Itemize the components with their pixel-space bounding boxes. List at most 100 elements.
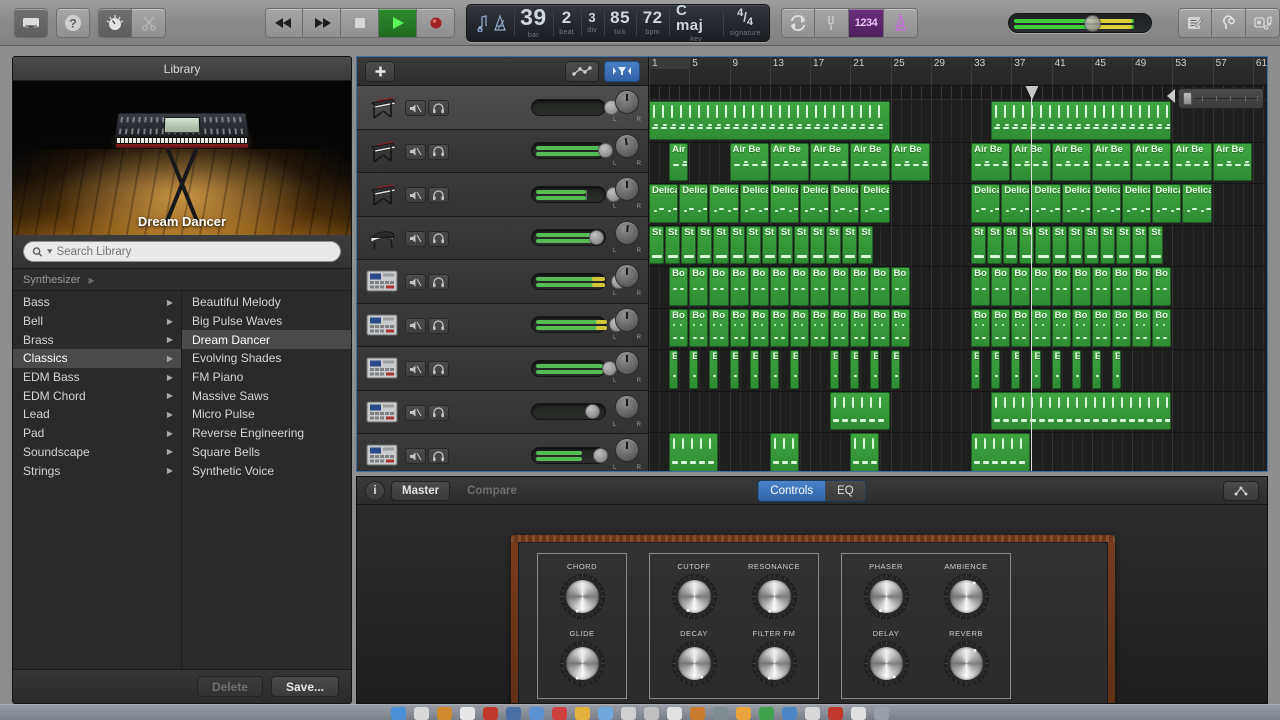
midi-region[interactable]: Delica bbox=[1152, 184, 1182, 223]
master-volume-thumb[interactable] bbox=[1084, 14, 1102, 32]
solo-button[interactable] bbox=[428, 187, 449, 204]
midi-region[interactable]: Air Be bbox=[1172, 142, 1212, 181]
pan-control[interactable]: LR bbox=[612, 307, 642, 342]
library-patch-square-bells[interactable]: Square Bells bbox=[182, 443, 351, 462]
cycle-button[interactable] bbox=[780, 7, 815, 38]
pan-control[interactable]: LR bbox=[612, 177, 642, 211]
midi-region[interactable]: Delica bbox=[1091, 184, 1122, 223]
library-patch-column[interactable]: Beautiful Melody Big Pulse Waves Dream Dan… bbox=[182, 291, 351, 669]
midi-region[interactable]: Bo bbox=[1071, 308, 1091, 347]
midi-region[interactable]: St bbox=[681, 225, 697, 264]
library-patch-beautiful-melody[interactable]: Beautiful Melody bbox=[182, 293, 351, 312]
midi-region[interactable]: Bo bbox=[1031, 308, 1051, 347]
midi-region[interactable]: E bbox=[971, 350, 981, 389]
midi-region[interactable]: Delica bbox=[649, 184, 679, 223]
knob-dial[interactable] bbox=[559, 641, 605, 686]
library-category-column[interactable]: Bass ▶ Bell ▶ Brass ▶ Classics ▶ EDM Bass ▶ EDM Ch… bbox=[13, 291, 182, 669]
macos-dock[interactable] bbox=[0, 704, 1280, 720]
library-breadcrumb[interactable]: Synthesizer ▶ bbox=[13, 269, 351, 291]
dock-item-trash[interactable] bbox=[874, 707, 889, 720]
track-row[interactable]: LR bbox=[357, 173, 648, 217]
midi-region[interactable] bbox=[769, 433, 799, 471]
knob-ambience[interactable]: AMBIENCE bbox=[934, 562, 998, 619]
master-volume-slider[interactable] bbox=[1008, 12, 1152, 33]
midi-region[interactable]: Air Be bbox=[850, 142, 890, 181]
lcd-signature[interactable]: 4/4 signature bbox=[723, 5, 766, 41]
mute-button[interactable] bbox=[405, 448, 426, 465]
midi-region[interactable]: E bbox=[890, 350, 900, 389]
midi-region[interactable]: Bo bbox=[1091, 308, 1111, 347]
solo-button[interactable] bbox=[428, 143, 449, 160]
midi-region[interactable]: St bbox=[713, 225, 729, 264]
library-category-lead[interactable]: Lead ▶ bbox=[13, 405, 181, 424]
midi-region[interactable]: St bbox=[858, 225, 874, 264]
mute-button[interactable] bbox=[405, 404, 426, 421]
solo-button[interactable] bbox=[428, 230, 449, 247]
midi-region[interactable]: Bo bbox=[890, 267, 910, 306]
fader-thumb[interactable] bbox=[589, 230, 605, 246]
track-automation-button[interactable] bbox=[565, 60, 599, 82]
midi-region[interactable]: Air Be bbox=[669, 142, 689, 181]
count-in-button[interactable]: 1234 bbox=[848, 7, 885, 38]
lcd-display[interactable]: 39 bar 2 beat 3 div 85 tick 72 bpm C maj… bbox=[466, 3, 770, 43]
rewind-button[interactable] bbox=[265, 7, 303, 38]
midi-region[interactable]: Air Be bbox=[890, 142, 930, 181]
pan-control[interactable]: LR bbox=[612, 90, 642, 124]
mute-button[interactable] bbox=[405, 100, 426, 117]
midi-region[interactable]: Bo bbox=[830, 267, 850, 306]
dock-item-notes[interactable] bbox=[529, 707, 544, 720]
midi-region[interactable]: Bo bbox=[709, 267, 729, 306]
midi-region[interactable]: Bo bbox=[1132, 267, 1152, 306]
midi-region[interactable]: Bo bbox=[789, 308, 810, 347]
zoom-handle[interactable] bbox=[1183, 92, 1192, 105]
mute-button[interactable] bbox=[405, 143, 426, 160]
knob-filter-fm[interactable]: FILTER FM bbox=[742, 629, 806, 686]
knob-glide[interactable]: GLIDE bbox=[550, 629, 614, 686]
midi-region[interactable]: Bo bbox=[1111, 308, 1132, 347]
midi-region[interactable]: Bo bbox=[1152, 267, 1172, 306]
forward-button[interactable] bbox=[303, 7, 341, 38]
library-patch-micro-pulse[interactable]: Micro Pulse bbox=[182, 405, 351, 424]
tab-eq[interactable]: EQ bbox=[825, 480, 866, 501]
pan-knob[interactable] bbox=[615, 90, 639, 115]
midi-region[interactable]: Bo bbox=[971, 308, 991, 347]
midi-region[interactable]: Bo bbox=[1071, 267, 1091, 306]
library-patch-evolving-shades[interactable]: Evolving Shades bbox=[182, 349, 351, 368]
solo-button[interactable] bbox=[428, 361, 449, 378]
midi-region[interactable]: E bbox=[1091, 350, 1101, 389]
midi-region[interactable]: Bo bbox=[850, 308, 870, 347]
notes-list-button[interactable] bbox=[1178, 7, 1212, 38]
midi-region[interactable]: St bbox=[1083, 225, 1099, 264]
loop-browser-button[interactable] bbox=[1212, 7, 1246, 38]
midi-region[interactable]: Bo bbox=[749, 267, 769, 306]
midi-region[interactable]: Bo bbox=[769, 267, 789, 306]
library-category-edm-chord[interactable]: EDM Chord ▶ bbox=[13, 386, 181, 405]
track-row[interactable]: LR bbox=[357, 347, 648, 391]
playhead[interactable] bbox=[1025, 86, 1039, 471]
pan-knob[interactable] bbox=[615, 394, 639, 419]
library-category-classics[interactable]: Classics ▶ bbox=[13, 349, 181, 368]
midi-region[interactable]: E bbox=[1071, 350, 1081, 389]
midi-region[interactable] bbox=[971, 433, 1031, 471]
midi-region[interactable]: Bo bbox=[1111, 267, 1132, 306]
dock-item-safari[interactable] bbox=[437, 707, 452, 720]
dock-item-logic[interactable] bbox=[828, 707, 843, 720]
dock-item-photos[interactable] bbox=[598, 707, 613, 720]
midi-region[interactable]: St bbox=[697, 225, 713, 264]
midi-region[interactable]: Delica bbox=[1122, 184, 1152, 223]
library-patch-fm-piano[interactable]: FM Piano bbox=[182, 368, 351, 387]
dock-item-numbers[interactable] bbox=[759, 707, 774, 720]
library-category-pad[interactable]: Pad ▶ bbox=[13, 424, 181, 443]
stop-button[interactable] bbox=[341, 7, 379, 38]
track-row[interactable]: LR bbox=[357, 86, 648, 130]
midi-region[interactable]: St bbox=[1051, 225, 1067, 264]
knob-dial[interactable] bbox=[559, 574, 605, 619]
midi-region[interactable] bbox=[830, 391, 890, 430]
midi-region[interactable]: E bbox=[991, 350, 1001, 389]
dock-item-finder[interactable] bbox=[391, 707, 406, 720]
midi-region[interactable]: Delica bbox=[971, 184, 1001, 223]
volume-fader[interactable] bbox=[531, 185, 621, 203]
pointer-tool-button[interactable] bbox=[98, 7, 132, 38]
knob-resonance[interactable]: RESONANCE bbox=[742, 562, 806, 619]
volume-fader[interactable] bbox=[531, 359, 617, 377]
